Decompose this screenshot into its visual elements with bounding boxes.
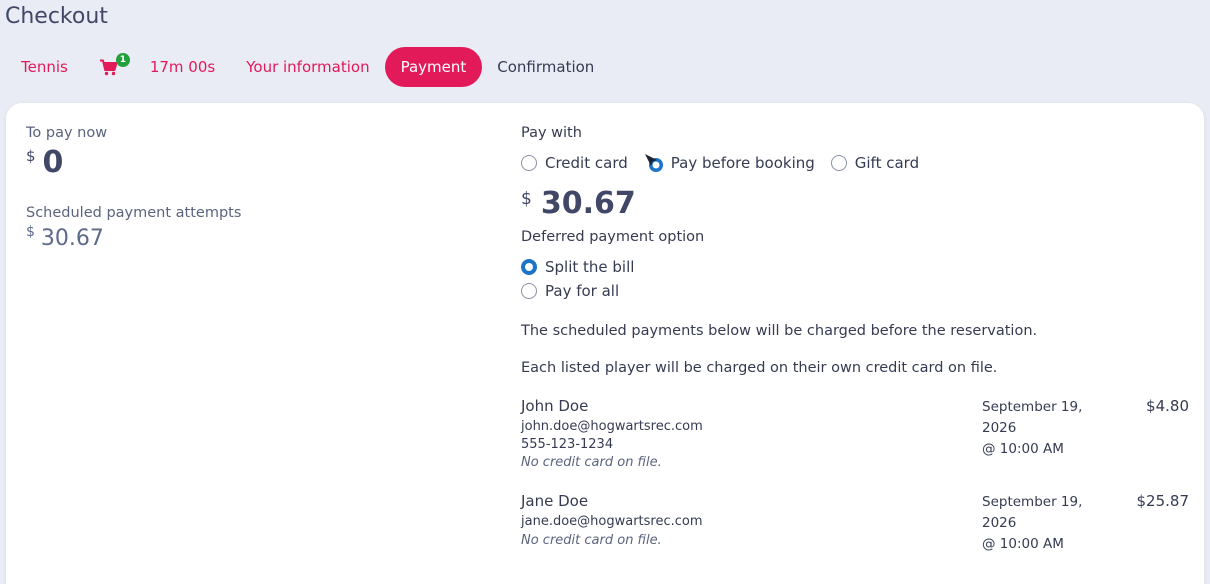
charge-date-year: 2026 bbox=[982, 515, 1017, 531]
scheduled-attempts-amount: 30.67 bbox=[40, 226, 104, 251]
player-email: jane.doe@hogwartsrec.com bbox=[521, 514, 703, 529]
cart-count-badge: 1 bbox=[115, 52, 130, 67]
split-the-bill-radio[interactable] bbox=[521, 259, 537, 275]
charge-date-line: September 19, bbox=[982, 399, 1083, 415]
player-name: John Doe bbox=[521, 397, 589, 415]
player-amount: $25.87 bbox=[1136, 492, 1190, 510]
cart-timer[interactable]: 1 17m 00s bbox=[83, 47, 231, 87]
checkout-steps: Tennis 1 17m 00s Your information Paymen… bbox=[6, 47, 609, 87]
player-card-note: No credit card on file. bbox=[521, 533, 662, 548]
step-confirmation[interactable]: Confirmation bbox=[482, 47, 609, 87]
pay-before-booking-icon[interactable] bbox=[644, 153, 664, 173]
player-amount: $4.80 bbox=[1146, 397, 1189, 415]
pay-with-section: Pay with Credit card Pay before booking bbox=[521, 125, 1189, 584]
to-pay-now-label: To pay now bbox=[26, 125, 108, 141]
charge-time: @ 10:00 AM bbox=[982, 536, 1064, 552]
scheduled-info-text: The scheduled payments below will be cha… bbox=[521, 323, 1038, 339]
pay-for-all-label: Pay for all bbox=[545, 282, 620, 300]
step-payment[interactable]: Payment bbox=[384, 47, 483, 87]
step-tennis[interactable]: Tennis bbox=[6, 47, 83, 87]
card-on-file-info-text: Each listed player will be charged on th… bbox=[521, 360, 998, 376]
currency-symbol: $ bbox=[521, 189, 532, 209]
pay-with-label: Pay with bbox=[521, 125, 582, 141]
scheduled-attempts-label: Scheduled payment attempts bbox=[26, 205, 242, 221]
payment-card: To pay now $ 0 Scheduled payment attempt… bbox=[6, 103, 1204, 584]
player-card-note: No credit card on file. bbox=[521, 455, 662, 470]
pay-for-all-radio[interactable] bbox=[521, 283, 537, 299]
shopping-cart-icon: 1 bbox=[99, 52, 130, 76]
charge-date-line: September 19, bbox=[982, 494, 1083, 510]
pay-before-booking-option[interactable]: Pay before booking bbox=[644, 153, 815, 173]
player-phone: 555-123-1234 bbox=[521, 437, 614, 452]
charge-date-year: 2026 bbox=[982, 420, 1017, 436]
charge-time: @ 10:00 AM bbox=[982, 441, 1064, 457]
currency-symbol: $ bbox=[26, 147, 36, 165]
player-row: John Doe john.doe@hogwartsrec.com 555-12… bbox=[521, 397, 1189, 492]
split-the-bill-label: Split the bill bbox=[545, 258, 635, 276]
player-row: Jane Doe jane.doe@hogwartsrec.com No cre… bbox=[521, 492, 1189, 584]
timer: 17m 00s bbox=[149, 58, 216, 76]
step-your-information[interactable]: Your information bbox=[231, 47, 384, 87]
deferred-options: Split the bill Pay for all bbox=[521, 257, 1189, 301]
credit-card-label: Credit card bbox=[545, 154, 628, 172]
gift-card-radio[interactable] bbox=[830, 155, 847, 171]
player-name: Jane Doe bbox=[521, 492, 589, 510]
payment-total: 30.67 bbox=[540, 186, 636, 221]
pay-for-all-option[interactable]: Pay for all bbox=[521, 282, 619, 300]
to-pay-now-amount: 0 bbox=[42, 145, 64, 180]
pay-with-options: Credit card Pay before booking Gift card bbox=[521, 153, 1189, 173]
player-list: John Doe john.doe@hogwartsrec.com 555-12… bbox=[521, 397, 1189, 584]
pay-before-booking-label: Pay before booking bbox=[670, 154, 815, 172]
player-charge-date: September 19, 2026 @ 10:00 AM bbox=[982, 492, 1082, 555]
currency-symbol: $ bbox=[26, 224, 35, 240]
page-title: Checkout bbox=[5, 4, 108, 29]
credit-card-option[interactable]: Credit card bbox=[521, 154, 628, 172]
credit-card-radio[interactable] bbox=[521, 155, 537, 171]
player-email: john.doe@hogwartsrec.com bbox=[521, 419, 703, 434]
split-the-bill-option[interactable]: Split the bill bbox=[521, 258, 634, 276]
player-charge-date: September 19, 2026 @ 10:00 AM bbox=[982, 397, 1082, 460]
gift-card-option[interactable]: Gift card bbox=[830, 154, 920, 172]
gift-card-label: Gift card bbox=[854, 154, 920, 172]
deferred-option-label: Deferred payment option bbox=[521, 229, 705, 245]
payment-summary: To pay now $ 0 Scheduled payment attempt… bbox=[26, 125, 426, 253]
